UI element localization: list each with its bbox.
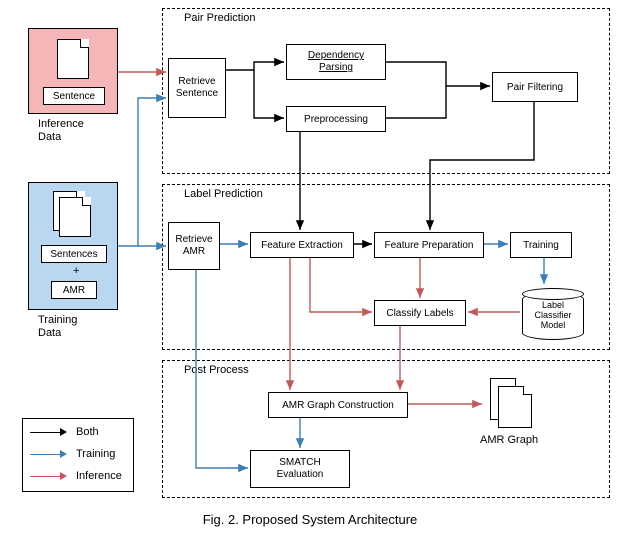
arrows-layer [0, 0, 620, 538]
